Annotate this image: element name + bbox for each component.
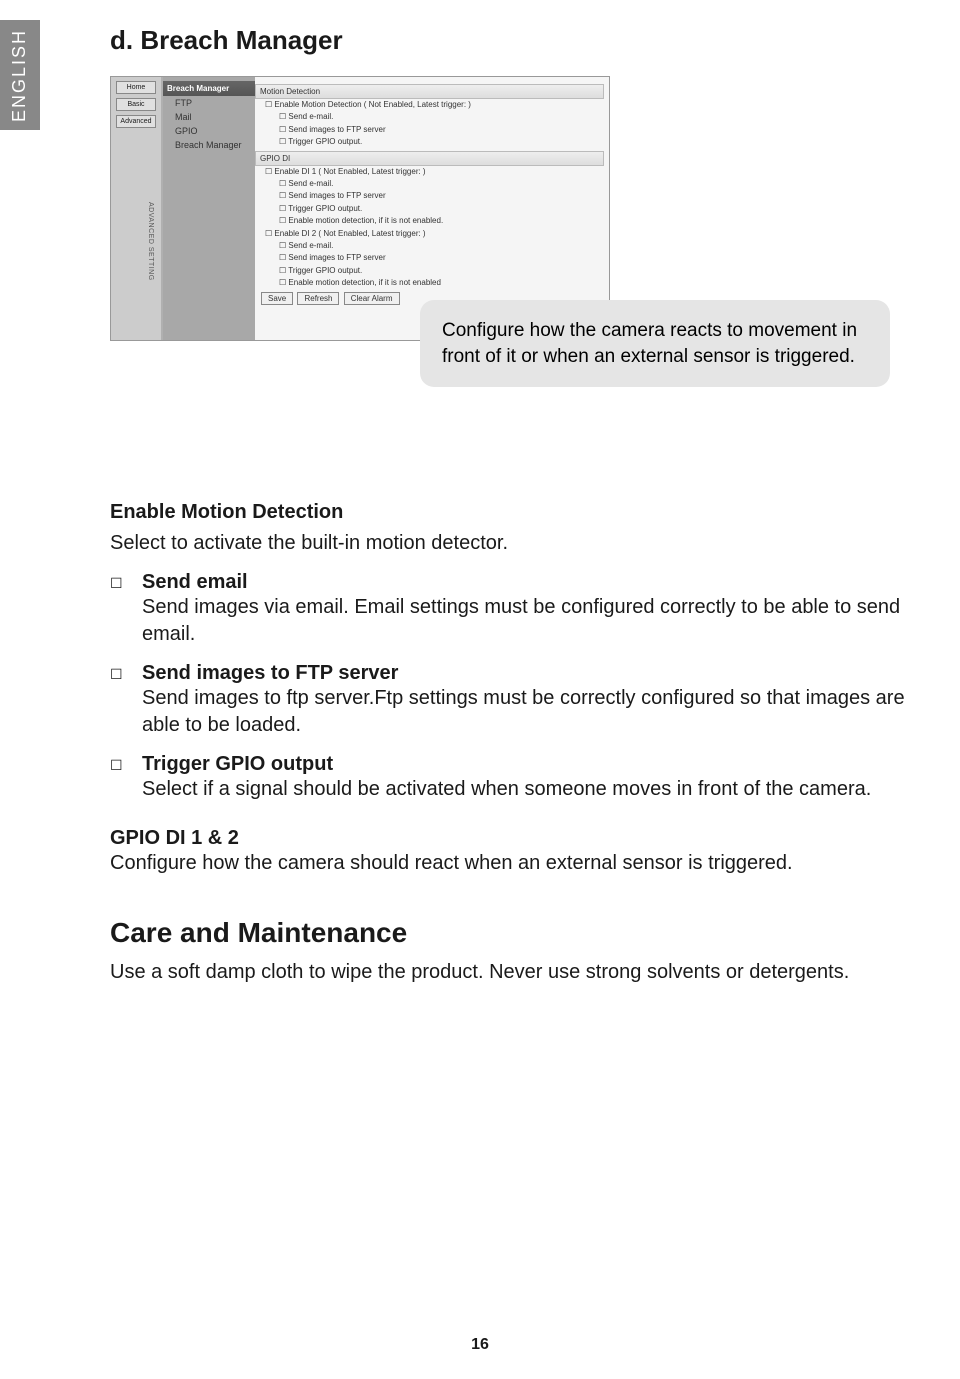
- main-line: ☐ Trigger GPIO output.: [255, 265, 604, 277]
- bullet-item: ☐ Send images to FTP server Send images …: [110, 662, 910, 739]
- bullet-item: ☐ Trigger GPIO output Select if a signal…: [110, 753, 910, 803]
- tree-item-ftp: FTP: [163, 96, 255, 110]
- screenshot-save-button: Save: [261, 292, 293, 305]
- bullet-body: Send email Send images via email. Email …: [142, 571, 910, 648]
- checkbox-icon: ☐: [110, 757, 124, 803]
- bullet-text: Send images to ftp server.Ftp settings m…: [142, 685, 910, 739]
- screenshot-clear-button: Clear Alarm: [344, 292, 400, 305]
- screenshot-nav-advanced: Advanced: [116, 115, 156, 128]
- main-line: ☐ Send images to FTP server: [255, 190, 604, 202]
- page-number: 16: [471, 1336, 489, 1354]
- tree-item-gpio: GPIO: [163, 124, 255, 138]
- line-text: Enable motion detection, if it is not en…: [288, 216, 443, 225]
- enable-text: Select to activate the built-in motion d…: [110, 530, 910, 557]
- tree-item-breach: Breach Manager: [163, 138, 255, 152]
- screenshot-vertical-label: ADVANCED SETTING: [147, 202, 154, 281]
- bullet-text: Send images via email. Email settings mu…: [142, 594, 910, 648]
- bullet-title: Trigger GPIO output: [142, 753, 910, 776]
- line-text: Trigger GPIO output.: [288, 137, 362, 146]
- bullet-text: Select if a signal should be activated w…: [142, 776, 910, 803]
- line-text: Send images to FTP server: [288, 253, 385, 262]
- main-line: ☐ Send e-mail.: [255, 178, 604, 190]
- callout-text: Configure how the camera reacts to movem…: [442, 320, 857, 367]
- tree-header: Breach Manager: [163, 81, 255, 96]
- bullet-body: Send images to FTP server Send images to…: [142, 662, 910, 739]
- line-text: Enable Motion Detection ( Not Enabled, L…: [274, 100, 471, 109]
- checkbox-icon: ☐: [110, 666, 124, 739]
- line-text: Trigger GPIO output.: [288, 266, 362, 275]
- section-title: d. Breach Manager: [110, 25, 910, 56]
- main-line: ☐ Trigger GPIO output.: [255, 136, 604, 148]
- line-text: Trigger GPIO output.: [288, 204, 362, 213]
- main-line: ☐ Send images to FTP server: [255, 252, 604, 264]
- tree-item-mail: Mail: [163, 110, 255, 124]
- screenshot-tree: Breach Manager FTP Mail GPIO Breach Mana…: [163, 77, 255, 340]
- main-line: ☐ Send e-mail.: [255, 240, 604, 252]
- main-line: ☐ Enable motion detection, if it is not …: [255, 277, 604, 289]
- language-label: ENGLISH: [10, 28, 31, 121]
- gpio-heading: GPIO DI 1 & 2: [110, 827, 910, 850]
- main-line: ☐ Send images to FTP server: [255, 124, 604, 136]
- main-line: ☐ Enable Motion Detection ( Not Enabled,…: [255, 99, 604, 111]
- main-hdr-motion: Motion Detection: [255, 84, 604, 99]
- screenshot-nav-basic: Basic: [116, 98, 156, 111]
- main-line: ☐ Enable DI 1 ( Not Enabled, Latest trig…: [255, 166, 604, 178]
- main-line: ☐ Enable DI 2 ( Not Enabled, Latest trig…: [255, 228, 604, 240]
- main-line: ☐ Enable motion detection, if it is not …: [255, 215, 604, 227]
- enable-heading: Enable Motion Detection: [110, 501, 910, 524]
- screenshot-sidebar: Home Basic Advanced ADVANCED SETTING: [111, 77, 161, 340]
- bullet-title: Send email: [142, 571, 910, 594]
- line-text: Send images to FTP server: [288, 125, 385, 134]
- main-line: ☐ Send e-mail.: [255, 111, 604, 123]
- main-line: ☐ Trigger GPIO output.: [255, 203, 604, 215]
- line-text: Enable motion detection, if it is not en…: [288, 278, 441, 287]
- line-text: Send images to FTP server: [288, 191, 385, 200]
- checkbox-icon: ☐: [110, 575, 124, 648]
- screenshot-refresh-button: Refresh: [297, 292, 339, 305]
- line-text: Send e-mail.: [288, 179, 333, 188]
- line-text: Send e-mail.: [288, 112, 333, 121]
- gpio-text: Configure how the camera should react wh…: [110, 850, 910, 877]
- main-hdr-gpio: GPIO DI: [255, 151, 604, 166]
- line-text: Send e-mail.: [288, 241, 333, 250]
- bullet-body: Trigger GPIO output Select if a signal s…: [142, 753, 910, 803]
- bullet-item: ☐ Send email Send images via email. Emai…: [110, 571, 910, 648]
- callout-box: Configure how the camera reacts to movem…: [420, 300, 890, 387]
- language-tab: ENGLISH: [0, 20, 40, 130]
- body-text: Enable Motion Detection Select to activa…: [110, 501, 910, 986]
- care-text: Use a soft damp cloth to wipe the produc…: [110, 959, 910, 986]
- page-content: d. Breach Manager Home Basic Advanced AD…: [110, 25, 910, 1000]
- line-text: Enable DI 2 ( Not Enabled, Latest trigge…: [274, 229, 425, 238]
- screenshot-main: Motion Detection ☐ Enable Motion Detecti…: [255, 82, 604, 305]
- screenshot-nav-home: Home: [116, 81, 156, 94]
- care-heading: Care and Maintenance: [110, 917, 910, 949]
- line-text: Enable DI 1 ( Not Enabled, Latest trigge…: [274, 167, 425, 176]
- bullet-title: Send images to FTP server: [142, 662, 910, 685]
